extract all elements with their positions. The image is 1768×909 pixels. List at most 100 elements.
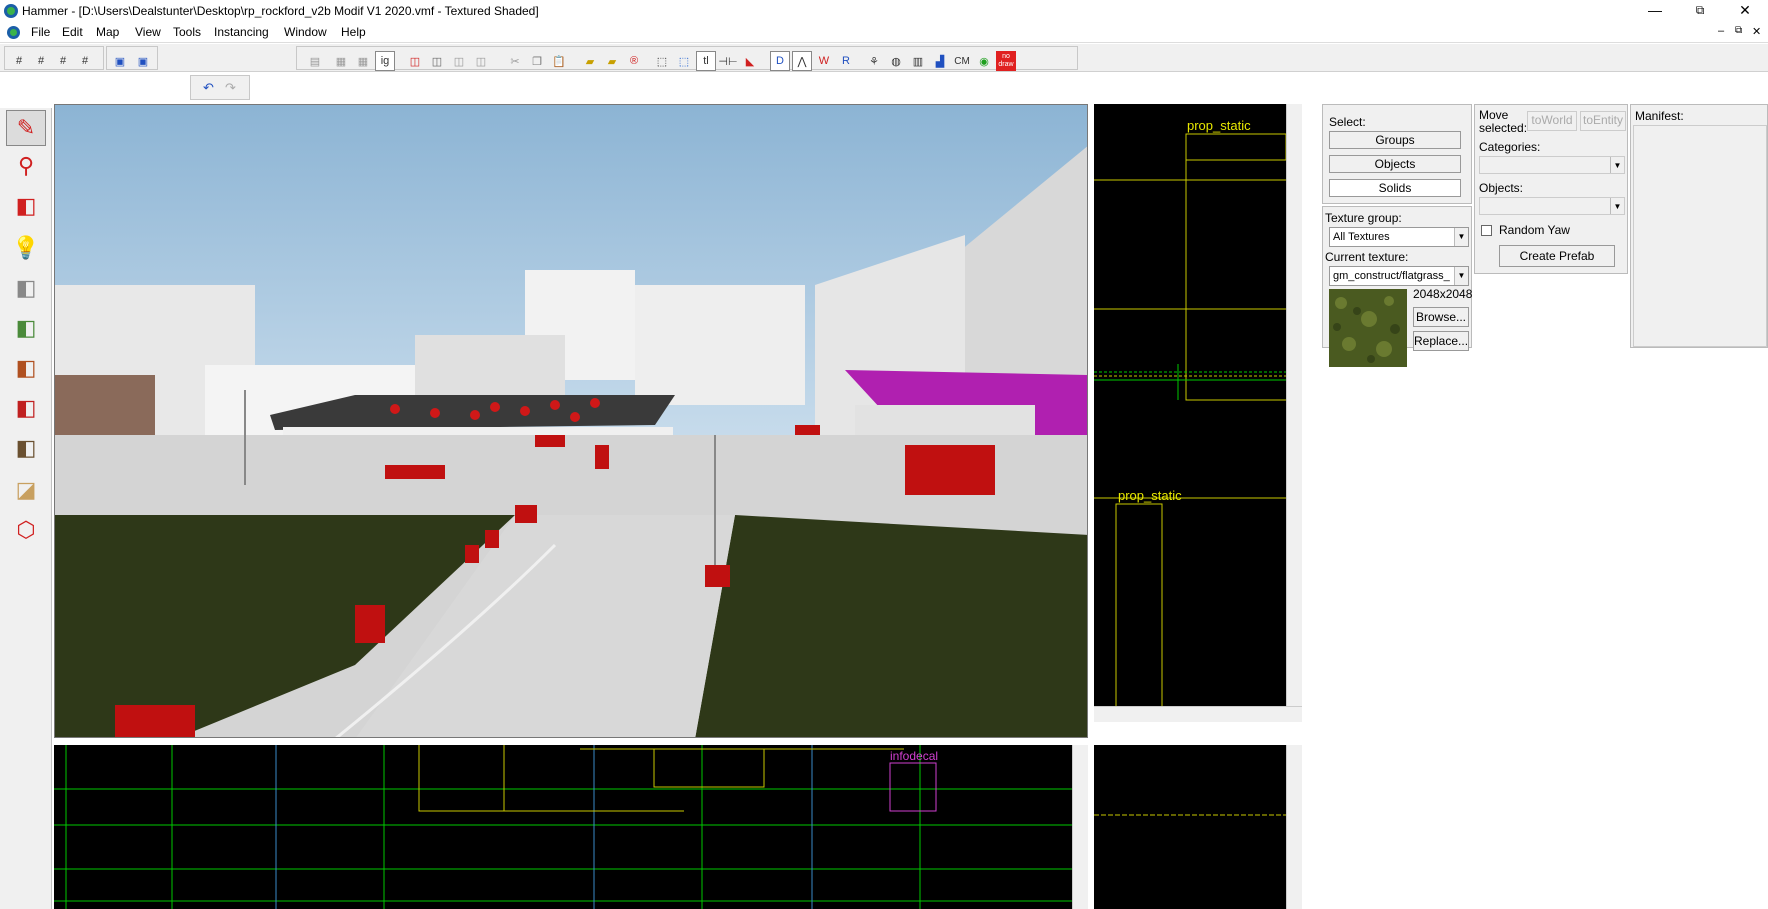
- vertical-scrollbar[interactable]: [1286, 745, 1302, 909]
- main-toolbar: # # # # ▣ ▣ ▤ ▦ ▦ ig ◫ ◫ ◫ ◫ ✂ ❐ 📋 ▰ ▰ ®…: [0, 44, 1768, 72]
- toggle-texture-tool-icon[interactable]: ◧: [6, 310, 46, 346]
- magnify-tool-icon[interactable]: ⚲: [6, 148, 46, 184]
- unhide-icon[interactable]: ◫: [449, 51, 469, 71]
- objects-button[interactable]: Objects: [1329, 155, 1461, 173]
- selection-box-icon[interactable]: ⬚: [652, 51, 672, 71]
- manifest-list[interactable]: [1633, 125, 1767, 347]
- nodraw-button[interactable]: no draw: [996, 51, 1016, 71]
- overlay-tool-icon[interactable]: ◧: [6, 430, 46, 466]
- child-restore-button[interactable]: ⧉: [1735, 25, 1742, 36]
- hollow-icon[interactable]: ▦: [331, 51, 351, 71]
- ungroup-icon[interactable]: ▣: [133, 51, 153, 71]
- group-icon[interactable]: ▣: [110, 51, 130, 71]
- current-texture-dropdown[interactable]: gm_construct/flatgrass_ ▼: [1329, 266, 1469, 286]
- menu-file[interactable]: File: [31, 25, 50, 39]
- categories-dropdown[interactable]: ▼: [1479, 156, 1625, 174]
- prefab-icon[interactable]: ◉: [974, 51, 994, 71]
- entity-label-infodecal: infodecal: [890, 749, 939, 763]
- clip-icon[interactable]: ⊣⊢: [718, 51, 738, 71]
- camera-tool-icon[interactable]: ◧: [6, 188, 46, 224]
- current-texture-value: gm_construct/flatgrass_: [1333, 270, 1450, 282]
- solids-button[interactable]: Solids: [1329, 179, 1461, 197]
- 2d-grid-top: [1094, 133, 1302, 717]
- block-tool-icon[interactable]: ◧: [6, 270, 46, 306]
- objects-dropdown[interactable]: ▼: [1479, 197, 1625, 215]
- replace-button[interactable]: Replace...: [1413, 331, 1469, 351]
- texture-group-dropdown[interactable]: All Textures ▼: [1329, 227, 1469, 247]
- edit-toolbar: ▤ ▦ ▦ ig ◫ ◫ ◫ ◫ ✂ ❐ 📋 ▰ ▰ ® ⬚ ⬚ tl ⊣⊢ ◣…: [296, 46, 1078, 71]
- horizontal-scrollbar[interactable]: [1094, 706, 1302, 722]
- to-entity-button[interactable]: toEntity: [1580, 111, 1626, 131]
- menu-map[interactable]: Map: [96, 25, 119, 39]
- clipping-tool-icon[interactable]: ◪: [6, 472, 46, 508]
- child-minimize-button[interactable]: –: [1718, 25, 1724, 37]
- decal-tool-icon[interactable]: ◧: [6, 390, 46, 426]
- displacement-icon[interactable]: D: [770, 51, 790, 71]
- vertical-scrollbar[interactable]: [1286, 104, 1302, 706]
- menu-window[interactable]: Window: [284, 25, 327, 39]
- ignore-groups-button[interactable]: ig: [375, 51, 395, 71]
- random-yaw-checkbox[interactable]: [1481, 225, 1492, 236]
- paste-icon[interactable]: 📋: [549, 51, 569, 71]
- objects-label: Objects:: [1479, 181, 1524, 195]
- menu-instancing[interactable]: Instancing: [214, 25, 269, 39]
- hide-unselected-icon[interactable]: ◫: [471, 51, 491, 71]
- text-tool-button[interactable]: tl: [696, 51, 716, 71]
- properties-panel: Select: Groups Objects Solids Move selec…: [1322, 104, 1768, 909]
- carve-icon[interactable]: ▤: [305, 51, 325, 71]
- hammer-app-icon: [4, 4, 18, 18]
- compile-icon[interactable]: ▥: [908, 51, 928, 71]
- chevron-down-icon: ▼: [1454, 267, 1468, 285]
- title-bar: Hammer - [D:\Users\Dealstunter\Desktop\r…: [0, 0, 1768, 22]
- 3d-viewport[interactable]: [54, 104, 1088, 738]
- redo-icon[interactable]: ↷: [225, 80, 236, 96]
- close-button[interactable]: ✕: [1722, 0, 1768, 22]
- menu-tools[interactable]: Tools: [173, 25, 201, 39]
- child-close-button[interactable]: ✕: [1752, 25, 1761, 38]
- manifest-label: Manifest:: [1635, 109, 1684, 123]
- manifest-box: Manifest:: [1630, 104, 1768, 348]
- cut-icon[interactable]: ✂: [505, 51, 525, 71]
- apply-texture-tool-icon[interactable]: ◧: [6, 350, 46, 386]
- selection-tool-icon[interactable]: ✎: [6, 110, 46, 146]
- 2d-viewport-bottom[interactable]: infodecal: [54, 745, 1088, 909]
- menu-edit[interactable]: Edit: [62, 25, 83, 39]
- grid-toggle-icon[interactable]: #: [9, 51, 29, 71]
- minimize-button[interactable]: —: [1632, 0, 1678, 22]
- overlay-icon[interactable]: W: [814, 51, 834, 71]
- path-icon[interactable]: ⋀: [792, 51, 812, 71]
- vertex-tool-icon[interactable]: ⬡: [6, 512, 46, 548]
- 3d-scene: [55, 105, 1087, 737]
- maximize-button[interactable]: ⧉: [1677, 0, 1723, 22]
- grid-3d-icon[interactable]: #: [31, 51, 51, 71]
- move-selected-box: Move selected: toWorld toEntity Categori…: [1474, 104, 1628, 274]
- 2d-viewport-side[interactable]: [1094, 745, 1302, 909]
- select-by-handles-icon[interactable]: ⬚: [674, 51, 694, 71]
- entity-tool-icon[interactable]: 💡: [6, 230, 46, 266]
- groups-button[interactable]: Groups: [1329, 131, 1461, 149]
- vertical-scrollbar[interactable]: [1072, 745, 1088, 909]
- radius-culling-icon[interactable]: ®: [624, 51, 644, 71]
- menu-view[interactable]: View: [135, 25, 161, 39]
- area-portal-icon[interactable]: R: [836, 51, 856, 71]
- menu-help[interactable]: Help: [341, 25, 366, 39]
- cordon-icon[interactable]: ◫: [405, 51, 425, 71]
- select-label: Select:: [1329, 115, 1366, 129]
- to-world-button[interactable]: toWorld: [1527, 111, 1577, 131]
- 2d-viewport-top[interactable]: prop_static prop_static: [1094, 104, 1302, 722]
- create-prefab-button[interactable]: Create Prefab: [1499, 245, 1615, 267]
- toggle-texlock-icon[interactable]: ▰: [580, 51, 600, 71]
- grid-larger-icon[interactable]: #: [75, 51, 95, 71]
- entity-report-icon[interactable]: ⚘: [864, 51, 884, 71]
- copy-icon[interactable]: ❐: [527, 51, 547, 71]
- vertex-icon[interactable]: ◣: [740, 51, 760, 71]
- texture-lock-icon[interactable]: ▦: [353, 51, 373, 71]
- toggle-scale-lock-icon[interactable]: ▰: [602, 51, 622, 71]
- run-map-icon[interactable]: ▟: [930, 51, 950, 71]
- check-problems-icon[interactable]: ◍: [886, 51, 906, 71]
- undo-icon[interactable]: ↶: [203, 80, 214, 96]
- grid-smaller-icon[interactable]: #: [53, 51, 73, 71]
- browse-button[interactable]: Browse...: [1413, 307, 1469, 327]
- cm-button[interactable]: CM: [952, 51, 972, 71]
- hide-icon[interactable]: ◫: [427, 51, 447, 71]
